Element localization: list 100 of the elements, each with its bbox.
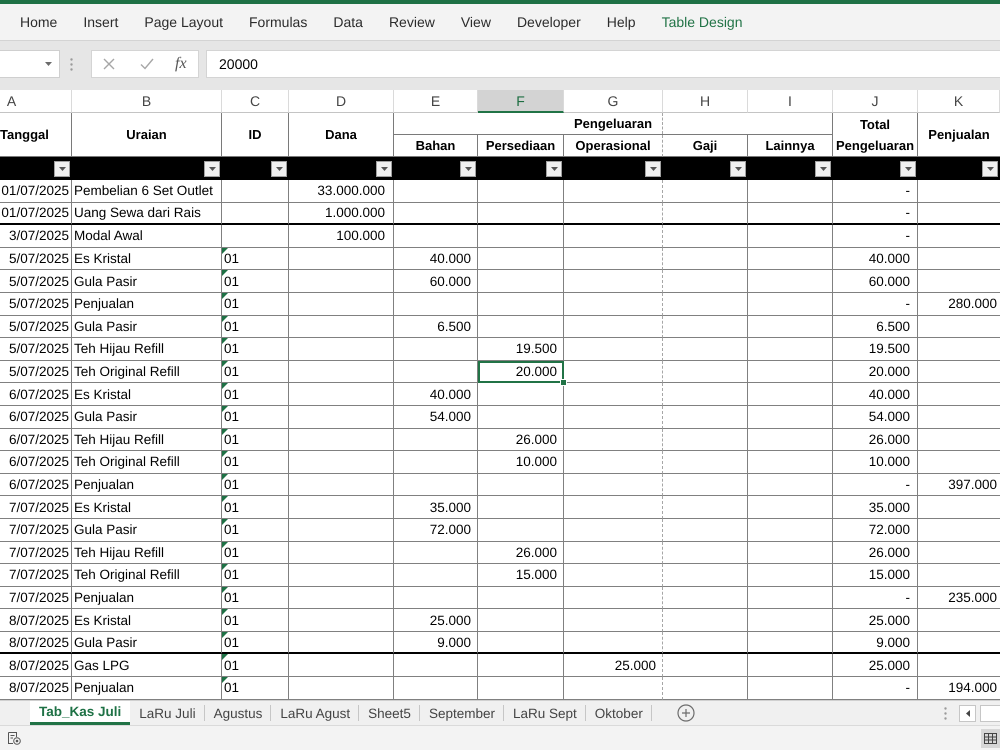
cell-text: 01 bbox=[224, 341, 240, 356]
filter-button[interactable] bbox=[815, 160, 831, 176]
table-cell: - bbox=[833, 202, 918, 226]
caret-icon bbox=[904, 166, 912, 170]
table-cell: Teh Original Refill bbox=[72, 360, 222, 384]
table-cell: Penjualan bbox=[72, 474, 222, 496]
column-header[interactable]: F bbox=[478, 90, 564, 113]
table-cell: 280.000 bbox=[918, 292, 1000, 316]
ribbon-tab[interactable]: Formulas bbox=[249, 4, 308, 40]
filter-button[interactable] bbox=[271, 160, 287, 176]
column-header[interactable]: I bbox=[748, 90, 833, 113]
table-cell: 7/07/2025 bbox=[0, 542, 72, 564]
table-cell: 20.000 bbox=[833, 360, 918, 384]
table-cell: Gula Pasir bbox=[72, 518, 222, 542]
ribbon-tab[interactable]: Table Design bbox=[662, 4, 742, 40]
table-cell: 7/07/2025 bbox=[0, 564, 72, 587]
cell-text: 01 bbox=[224, 658, 240, 673]
formula-input[interactable]: 20000 bbox=[206, 50, 1000, 78]
filter-button[interactable] bbox=[54, 160, 70, 176]
sheet-tab[interactable]: September bbox=[420, 701, 504, 725]
sheet-tab[interactable]: Agustus bbox=[204, 701, 272, 725]
column-header[interactable]: D bbox=[289, 90, 394, 113]
sheet-tab[interactable]: LaRu Sept bbox=[504, 701, 586, 725]
filter-button[interactable] bbox=[460, 160, 476, 176]
cell-text: 01 bbox=[224, 477, 240, 492]
sheet-tab[interactable]: Sheet5 bbox=[359, 701, 420, 725]
table-cell: 9.000 bbox=[833, 632, 918, 654]
caret-icon bbox=[208, 166, 216, 170]
cell-text: 01 bbox=[224, 612, 240, 628]
filter-button[interactable] bbox=[982, 160, 998, 176]
table-cell: - bbox=[833, 225, 918, 248]
caret-icon bbox=[45, 62, 52, 66]
table-cell: - bbox=[833, 586, 918, 610]
column-header[interactable]: J bbox=[833, 90, 918, 113]
table-cell: Teh Hijau Refill bbox=[72, 542, 222, 564]
insert-function-button[interactable]: fx bbox=[175, 55, 187, 73]
ribbon-tab[interactable]: View bbox=[460, 4, 491, 40]
ribbon-tab[interactable]: Data bbox=[333, 4, 363, 40]
table-cell: Es Kristal bbox=[72, 248, 222, 270]
caret-icon bbox=[464, 166, 472, 170]
scrollbar-track[interactable] bbox=[980, 704, 1000, 722]
column-header[interactable]: B bbox=[72, 90, 222, 113]
table-cell bbox=[222, 180, 289, 203]
table-cell: 01/07/2025 bbox=[0, 180, 72, 203]
column-header[interactable]: K bbox=[918, 90, 1000, 113]
table-cell: 5/07/2025 bbox=[0, 338, 72, 361]
column-header[interactable]: C bbox=[222, 90, 289, 113]
column-header[interactable]: E bbox=[394, 90, 478, 113]
table-cell: 5/07/2025 bbox=[0, 270, 72, 293]
fill-handle[interactable] bbox=[560, 379, 567, 386]
ribbon-tab[interactable]: Insert bbox=[83, 4, 118, 40]
table-cell: - bbox=[833, 292, 918, 316]
caret-icon bbox=[58, 166, 66, 170]
table-cell: 6.500 bbox=[394, 316, 478, 338]
table-cell: 26.000 bbox=[478, 542, 564, 564]
sheet-tab[interactable]: LaRu Agust bbox=[271, 701, 360, 725]
table-cell: 54.000 bbox=[833, 406, 918, 429]
grid-icon[interactable] bbox=[981, 728, 1000, 748]
filter-button[interactable] bbox=[204, 160, 220, 176]
cell-text: 01 bbox=[224, 544, 240, 560]
sheet-tab[interactable]: Oktober bbox=[586, 701, 652, 725]
ribbon-tab[interactable]: Page Layout bbox=[144, 4, 223, 40]
filter-button[interactable] bbox=[900, 160, 916, 176]
column-header[interactable]: G bbox=[564, 90, 663, 113]
table-cell: 10.000 bbox=[833, 451, 918, 474]
selected-cell[interactable]: 20.000 bbox=[478, 360, 564, 384]
table-cell: Teh Hijau Refill bbox=[72, 338, 222, 361]
column-header[interactable]: A bbox=[0, 90, 72, 113]
filter-button[interactable] bbox=[376, 160, 392, 176]
table-cell: 6/07/2025 bbox=[0, 451, 72, 474]
table-cell: 6/07/2025 bbox=[0, 406, 72, 429]
sheet-tab[interactable]: LaRu Juli bbox=[130, 701, 205, 725]
column-heading: Total bbox=[833, 113, 918, 135]
table-cell: 40.000 bbox=[833, 383, 918, 406]
cell-text: 01 bbox=[224, 251, 240, 266]
table-cell: Gas LPG bbox=[72, 654, 222, 678]
table-cell: 40.000 bbox=[394, 248, 478, 270]
cell-text: 01 bbox=[224, 432, 240, 447]
filter-button[interactable] bbox=[546, 160, 562, 176]
column-header[interactable]: H bbox=[663, 90, 748, 113]
table-cell: Es Kristal bbox=[72, 609, 222, 632]
ribbon-tab[interactable]: Developer bbox=[516, 4, 581, 40]
table-cell: 5/07/2025 bbox=[0, 360, 72, 384]
plus-circle-icon[interactable] bbox=[676, 704, 695, 722]
caret-icon bbox=[986, 166, 994, 170]
check-icon[interactable] bbox=[140, 58, 154, 70]
ribbon-tab[interactable]: Home bbox=[20, 4, 58, 40]
cell-text: 01 bbox=[224, 522, 240, 538]
table-cell: 26.000 bbox=[833, 428, 918, 452]
cell-text: 01 bbox=[224, 567, 240, 582]
page-record-icon[interactable] bbox=[7, 731, 21, 745]
sheet-tab[interactable]: Tab_Kas Juli bbox=[30, 701, 130, 725]
filter-button[interactable] bbox=[730, 160, 746, 176]
table-cell: Es Kristal bbox=[72, 496, 222, 519]
scroll-left-button[interactable] bbox=[959, 704, 976, 722]
caret-icon bbox=[550, 166, 558, 170]
group-heading: Pengeluaran bbox=[394, 113, 833, 135]
ribbon-tab[interactable]: Help bbox=[606, 4, 636, 40]
ribbon-tab[interactable]: Review bbox=[388, 4, 435, 40]
filter-button[interactable] bbox=[645, 160, 661, 176]
